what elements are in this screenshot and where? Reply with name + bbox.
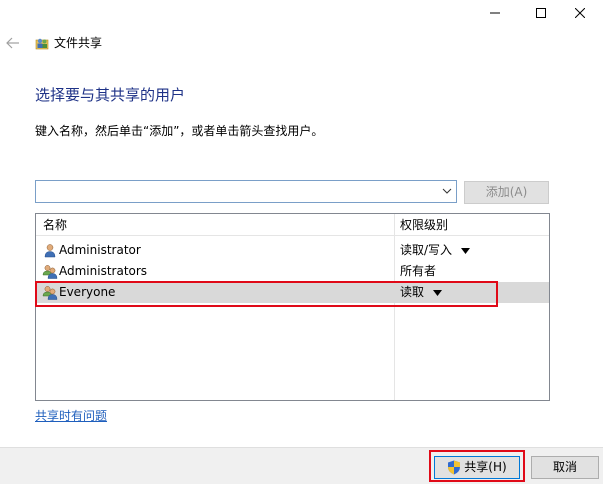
column-header-permission[interactable]: 权限级别 (400, 218, 448, 233)
instruction-text: 键入名称，然后单击“添加”，或者单击箭头查找用户。 (35, 124, 324, 138)
back-arrow-icon[interactable] (6, 36, 20, 50)
minimize-button[interactable] (472, 0, 518, 26)
file-sharing-icon (35, 38, 49, 50)
column-header-name[interactable]: 名称 (43, 218, 67, 233)
user-name: Administrator (59, 243, 141, 257)
page-heading: 选择要与其共享的用户 (35, 86, 186, 104)
sharing-problem-link[interactable]: 共享时有问题 (35, 409, 107, 424)
close-icon (575, 8, 585, 18)
user-icon (44, 244, 56, 258)
user-name-combobox[interactable] (35, 180, 457, 203)
group-icon (42, 286, 58, 300)
window-title: 文件共享 (54, 36, 103, 50)
share-button[interactable]: 共享(H) (434, 456, 520, 479)
dropdown-arrow-icon[interactable] (461, 248, 470, 254)
list-header: 名称 权限级别 (36, 214, 549, 236)
user-name: Everyone (59, 285, 116, 299)
cancel-button[interactable]: 取消 (531, 456, 599, 479)
list-item[interactable]: Administrators 所有者 (36, 261, 549, 282)
uac-shield-icon (448, 460, 461, 475)
dropdown-arrow-icon[interactable] (433, 290, 442, 296)
maximize-icon (536, 8, 546, 18)
user-permission-list[interactable]: 名称 权限级别 Administrator 读取/写入 Administrato… (35, 213, 550, 401)
permission-level[interactable]: 读取/写入 (400, 243, 452, 258)
minimize-icon (490, 12, 500, 14)
add-button[interactable]: 添加(A) (464, 181, 549, 204)
list-item-selected[interactable]: Everyone 读取 (36, 282, 549, 303)
share-button-label: 共享(H) (464, 460, 507, 474)
user-name: Administrators (59, 264, 148, 278)
group-icon (42, 265, 58, 279)
close-button[interactable] (557, 0, 603, 26)
list-item[interactable]: Administrator 读取/写入 (36, 240, 549, 261)
permission-level: 所有者 (400, 264, 437, 278)
chevron-down-icon[interactable] (442, 186, 452, 196)
permission-level[interactable]: 读取 (400, 285, 424, 300)
